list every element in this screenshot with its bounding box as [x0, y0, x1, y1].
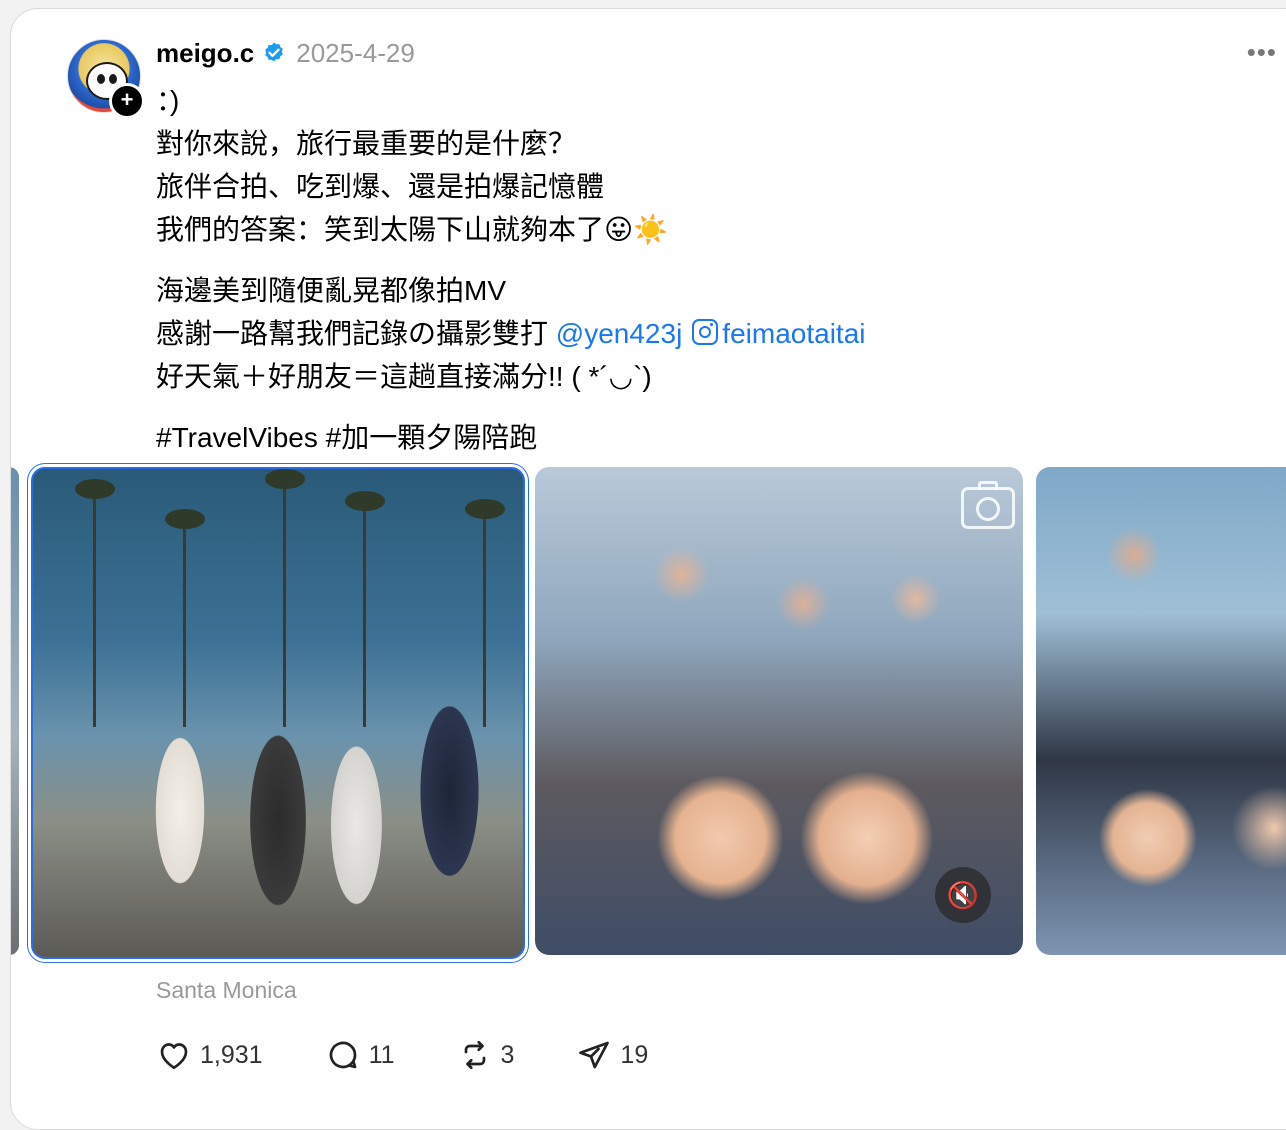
location-tag[interactable]: Santa Monica: [156, 977, 297, 1004]
repost-icon: [464, 1040, 485, 1070]
repost-count: 3: [500, 1040, 515, 1069]
post-header: meigo.c 2025-4-29: [156, 33, 415, 73]
comment-icon: [329, 1041, 356, 1069]
repost-button[interactable]: 3: [457, 1037, 515, 1073]
media-item[interactable]: [11, 467, 19, 955]
reply-button[interactable]: 11: [325, 1037, 395, 1073]
camera-icon[interactable]: [961, 481, 1015, 529]
media-item[interactable]: 🔇: [535, 467, 1023, 955]
like-button[interactable]: 1,931: [156, 1037, 263, 1073]
instagram-icon: [692, 319, 719, 345]
media-item[interactable]: [31, 467, 525, 959]
more-options-icon[interactable]: •••: [1247, 37, 1277, 68]
mention-link[interactable]: @yen423j: [556, 318, 683, 349]
media-carousel[interactable]: 🔇: [11, 467, 1286, 959]
text-line: ：): [156, 85, 180, 116]
mute-icon[interactable]: 🔇: [935, 867, 991, 923]
verified-badge-icon: [265, 42, 284, 62]
hashtags[interactable]: #TravelVibes #加一顆夕陽陪跑: [156, 416, 1256, 459]
mention-link[interactable]: feimaotaitai: [722, 318, 865, 349]
post-card: + meigo.c 2025-4-29 ••• ：) 對你來說，旅行最重要的是什…: [10, 8, 1286, 1130]
reply-count: 11: [368, 1040, 395, 1069]
username[interactable]: meigo.c: [156, 38, 254, 69]
heart-icon: [160, 1043, 188, 1070]
post-text: ：) 對你來說，旅行最重要的是什麼？ 旅伴合拍、吃到爆、還是拍爆記憶體 我們的答…: [156, 79, 1256, 459]
credit-text: 感謝一路幫我們記錄の攝影雙打: [156, 318, 556, 349]
text-line: 旅伴合拍、吃到爆、還是拍爆記憶體: [156, 171, 605, 202]
like-count: 1,931: [200, 1040, 263, 1069]
credit-line: 感謝一路幫我們記錄の攝影雙打 @yen423j feimaotaitai: [156, 312, 1256, 355]
avatar[interactable]: +: [67, 39, 145, 119]
text-line: 我們的答案：笑到太陽下山就夠本了😛☀️: [156, 214, 669, 245]
text-line: 對你來說，旅行最重要的是什麼？: [156, 128, 577, 159]
send-icon: [579, 1041, 610, 1069]
text-line: 海邊美到隨便亂晃都像拍MV: [156, 275, 507, 306]
share-count: 19: [620, 1040, 649, 1069]
share-button[interactable]: 19: [576, 1037, 648, 1073]
follow-button[interactable]: +: [109, 83, 145, 119]
text-line: 好天氣＋好朋友＝這趟直接滿分!! ( *´◡`): [156, 361, 652, 392]
post-date[interactable]: 2025-4-29: [296, 38, 415, 69]
media-item[interactable]: [1036, 467, 1286, 955]
action-bar: 1,931 11 3 19: [156, 1037, 710, 1073]
